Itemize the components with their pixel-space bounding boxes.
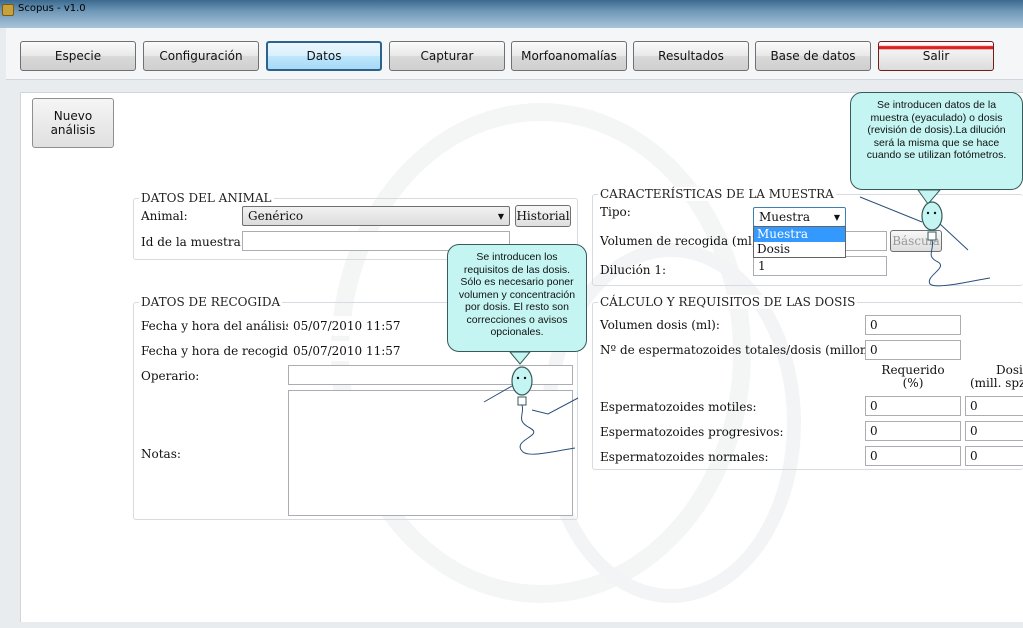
configuracion-button[interactable]: Configuración	[143, 41, 259, 71]
caracteristicas-title: CARACTERÍSTICAS DE LA MUESTRA	[598, 187, 836, 201]
id-muestra-label: Id de la muestra:	[141, 235, 245, 249]
nuevo-label-2: análisis	[50, 123, 96, 137]
datos-animal-title: DATOS DEL ANIMAL	[139, 191, 274, 205]
fecha-recogida-picker[interactable]: 05/07/2010 11:57	[288, 341, 448, 361]
volumen-dosis-input[interactable]: 0	[865, 315, 961, 335]
calculo-title: CÁLCULO Y REQUISITOS DE LAS DOSIS	[598, 295, 858, 309]
dosis-tip-bubble: Se introducen los requisitos de las dosi…	[447, 244, 587, 352]
tipo-option-dosis[interactable]: Dosis	[754, 242, 845, 257]
bascula-button[interactable]: Báscula	[890, 230, 942, 252]
motiles-label: Espermatozoides motiles:	[600, 400, 757, 414]
muestra-tip-bubble: Se introducen datos de la muestra (eyacu…	[850, 92, 1023, 190]
requerido-column-header: Requerido (%)	[865, 364, 961, 390]
progresivos-label: Espermatozoides progresivos:	[600, 425, 784, 439]
main-toolbar: Especie Configuración Datos Capturar Mor…	[6, 28, 1023, 80]
volumen-recogida-label: Volumen de recogida (ml):	[600, 234, 761, 248]
chevron-down-icon: ▼	[833, 212, 840, 222]
historial-button[interactable]: Historial	[515, 205, 571, 227]
tipo-dropdown-list: Muestra Dosis	[753, 226, 846, 258]
base-de-datos-button[interactable]: Base de datos	[755, 41, 871, 71]
animal-select[interactable]: Genérico ▼	[242, 206, 510, 226]
dosis-header-2: (mill. spz/	[970, 376, 1023, 390]
nuevo-analisis-button[interactable]: Nuevo análisis	[32, 98, 114, 148]
salir-button[interactable]: Salir	[878, 41, 994, 71]
notas-label: Notas:	[141, 447, 181, 461]
normales-dosis-input[interactable]: 0	[965, 446, 1023, 466]
motiles-dosis-input[interactable]: 0	[965, 396, 1023, 416]
fecha-analisis-picker[interactable]: 05/07/2010 11:57	[288, 316, 448, 336]
fecha-recogida-label: Fecha y hora de recogida:	[141, 344, 300, 358]
espermatozoides-totales-label: Nº de espermatozoides totales/dosis (mil…	[600, 343, 890, 357]
tipo-value: Muestra	[759, 210, 810, 224]
capturar-button[interactable]: Capturar	[389, 41, 505, 71]
window-title: Scopus - v1.0	[18, 3, 86, 14]
datos-button[interactable]: Datos	[266, 41, 382, 71]
normales-label: Espermatozoides normales:	[600, 450, 769, 464]
title-bar: Scopus - v1.0	[0, 0, 1023, 28]
especie-button[interactable]: Especie	[20, 41, 136, 71]
tipo-label: Tipo:	[600, 205, 631, 219]
resultados-button[interactable]: Resultados	[633, 41, 749, 71]
progresivos-dosis-input[interactable]: 0	[965, 421, 1023, 441]
dilucion-label: Dilución 1:	[600, 263, 667, 277]
tipo-select[interactable]: Muestra ▼	[753, 207, 846, 227]
operario-input[interactable]	[288, 365, 573, 385]
notas-textarea[interactable]	[288, 390, 573, 516]
dosis-column-header: Dosis (mill. spz/	[966, 364, 1023, 390]
progresivos-requerido-input[interactable]: 0	[865, 421, 961, 441]
tipo-option-muestra[interactable]: Muestra	[754, 227, 845, 242]
requerido-header-2: (%)	[902, 376, 924, 390]
operario-label: Operario:	[141, 369, 200, 383]
datos-recogida-title: DATOS DE RECOGIDA	[139, 295, 283, 309]
volumen-dosis-label: Volumen dosis (ml):	[600, 318, 720, 332]
dilucion-input[interactable]: 1	[753, 256, 887, 276]
chevron-down-icon: ▼	[497, 211, 504, 221]
morfoanomalias-button[interactable]: Morfoanomalías	[511, 41, 627, 71]
animal-value: Genérico	[248, 209, 304, 223]
app-icon	[2, 4, 14, 16]
fecha-analisis-label: Fecha y hora del análisis:	[141, 319, 296, 333]
nuevo-label-1: Nuevo	[53, 109, 93, 123]
espermatozoides-totales-input[interactable]: 0	[865, 340, 961, 360]
normales-requerido-input[interactable]: 0	[865, 446, 961, 466]
animal-label: Animal:	[141, 209, 188, 223]
motiles-requerido-input[interactable]: 0	[865, 396, 961, 416]
